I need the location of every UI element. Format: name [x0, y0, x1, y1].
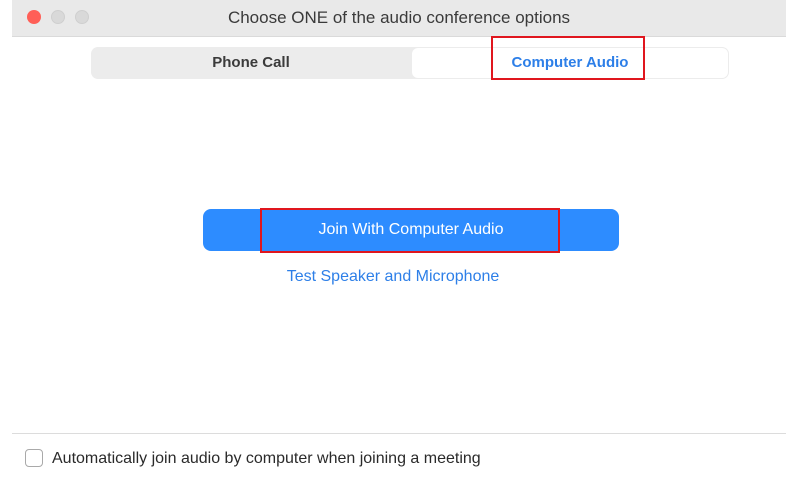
tab-phone-call[interactable]: Phone Call — [91, 47, 411, 79]
footer-divider — [12, 433, 786, 434]
auto-join-checkbox[interactable] — [25, 449, 43, 467]
join-button-highlight — [260, 208, 560, 253]
audio-options-window: Choose ONE of the audio conference optio… — [0, 0, 786, 480]
auto-join-label[interactable]: Automatically join audio by computer whe… — [52, 448, 481, 470]
test-speaker-microphone-link[interactable]: Test Speaker and Microphone — [0, 266, 786, 288]
computer-audio-tab-highlight — [491, 36, 645, 80]
title-bar: Choose ONE of the audio conference optio… — [12, 0, 786, 37]
window-title: Choose ONE of the audio conference optio… — [227, 8, 571, 27]
